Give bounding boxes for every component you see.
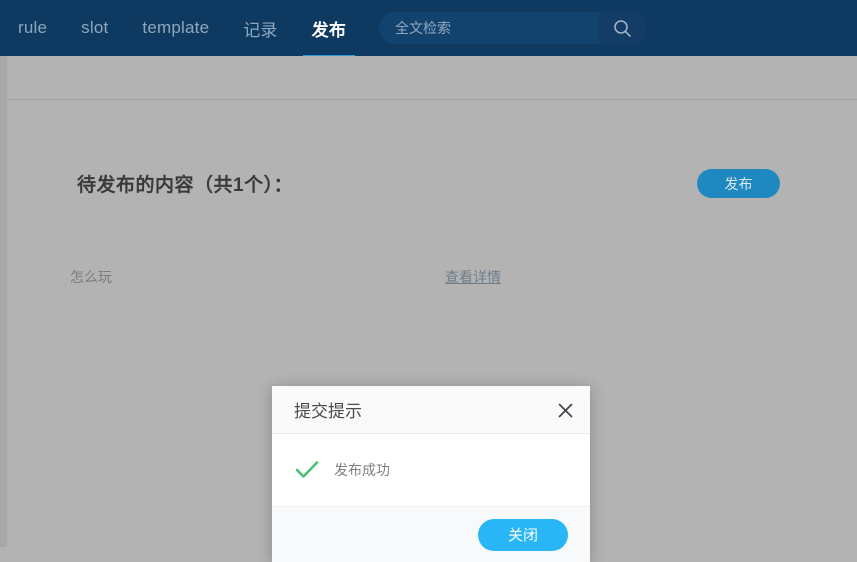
- nav-tab-label: 记录: [243, 20, 278, 40]
- top-navigation-bar: rule slot template 记录 发布: [0, 0, 857, 59]
- nav-tab-publish[interactable]: 发布: [295, 0, 363, 59]
- list-item-name: 怎么玩: [70, 269, 112, 285]
- dialog-message: 发布成功: [334, 462, 390, 478]
- nav-tab-records[interactable]: 记录: [226, 0, 294, 56]
- page-title: 待发布的内容（共1个）：: [77, 175, 294, 196]
- dialog-close-button[interactable]: [553, 398, 577, 422]
- nav-tab-label: rule: [18, 18, 48, 37]
- list-item: 怎么玩 查看详情: [0, 267, 857, 291]
- dialog-footer: 关闭: [272, 506, 590, 562]
- dialog-confirm-close-button[interactable]: 关闭: [478, 518, 568, 551]
- nav-tab-rule[interactable]: rule: [0, 0, 64, 56]
- submit-result-dialog: 提交提示 发布成功 关闭: [272, 386, 590, 562]
- view-detail-link[interactable]: 查看详情: [445, 267, 501, 287]
- close-icon: [557, 402, 574, 419]
- nav-tab-label: 发布: [311, 20, 347, 40]
- search-icon: [613, 19, 632, 38]
- nav-tab-slot[interactable]: slot: [64, 0, 125, 56]
- check-icon: [294, 457, 320, 483]
- sub-header-band: [0, 56, 857, 100]
- dialog-body: 发布成功: [272, 434, 590, 506]
- dialog-title: 提交提示: [294, 402, 362, 421]
- nav-tab-label: slot: [81, 18, 109, 37]
- dialog-header: 提交提示: [272, 386, 590, 434]
- publish-button[interactable]: 发布: [697, 169, 780, 198]
- nav-tab-label: template: [142, 18, 210, 37]
- search-input[interactable]: [379, 12, 599, 44]
- nav-tab-template[interactable]: template: [125, 0, 226, 56]
- search-button[interactable]: [598, 12, 647, 44]
- search-box[interactable]: [379, 12, 647, 44]
- nav-tab-list: rule slot template 记录 发布: [0, 0, 363, 59]
